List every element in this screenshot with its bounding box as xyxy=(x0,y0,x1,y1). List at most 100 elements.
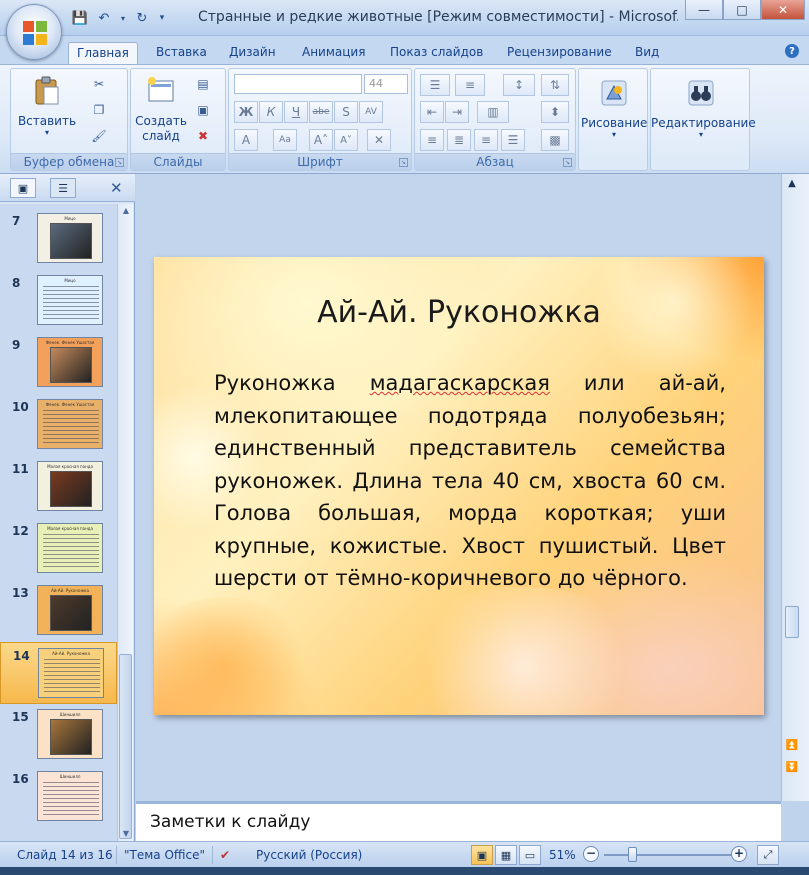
bold-button[interactable]: Ж xyxy=(234,101,258,123)
underline-button[interactable]: Ч xyxy=(284,101,308,123)
slide-title[interactable]: Ай-Ай. Руконожка xyxy=(154,295,764,330)
thumbnail-preview: Шиншилл xyxy=(37,709,103,759)
font-size-select[interactable]: 44 xyxy=(364,74,408,94)
scroll-down-icon[interactable]: ▼ xyxy=(121,829,131,839)
zoom-slider-thumb[interactable] xyxy=(628,847,637,862)
font-name-select[interactable] xyxy=(234,74,362,94)
help-icon[interactable]: ? xyxy=(785,44,799,58)
align-right-icon[interactable]: ≡ xyxy=(474,129,498,151)
tab-design[interactable]: Дизайн xyxy=(221,42,284,64)
slides-tab-icon[interactable]: ▣ xyxy=(10,178,36,198)
tab-review[interactable]: Рецензирование xyxy=(499,42,620,64)
slide-number: 9 xyxy=(12,338,21,352)
editing-button[interactable]: Редактирование ▾ xyxy=(651,77,756,139)
dialog-launcher-icon[interactable]: ↘ xyxy=(563,158,572,167)
justify-icon[interactable]: ☰ xyxy=(501,129,525,151)
align-center-icon[interactable]: ≣ xyxy=(447,129,471,151)
line-spacing-icon[interactable]: ↕ xyxy=(503,74,535,96)
scroll-thumb[interactable] xyxy=(119,654,132,839)
scroll-thumb[interactable] xyxy=(785,606,799,638)
office-button[interactable] xyxy=(6,4,62,60)
columns-icon[interactable]: ▥ xyxy=(477,101,509,123)
slide-thumbnail-10[interactable]: 10 Фенек. Фенек Ушастая xyxy=(0,394,117,456)
text-direction-icon[interactable]: ⇅ xyxy=(541,74,569,96)
zoom-in-icon[interactable]: + xyxy=(731,846,747,862)
slide-thumbnail-12[interactable]: 12 Малая красная панда xyxy=(0,518,117,580)
redo-icon[interactable]: ↻ xyxy=(132,8,152,28)
numbering-icon[interactable]: ≡ xyxy=(455,74,485,96)
outline-tab-icon[interactable]: ☰ xyxy=(50,178,76,198)
zoom-slider[interactable] xyxy=(604,854,732,856)
thumbnail-text-lines xyxy=(44,659,100,695)
close-icon[interactable]: ✕ xyxy=(761,0,805,20)
slideshow-view-icon[interactable]: ▭ xyxy=(519,845,541,865)
slide-body-text[interactable]: Руконожка мадагаскарская или ай-ай, млек… xyxy=(214,367,726,595)
copy-icon[interactable]: ❐ xyxy=(89,101,109,119)
paste-button[interactable]: Вставить ▾ xyxy=(17,75,77,137)
italic-button[interactable]: К xyxy=(259,101,283,123)
fit-to-window-icon[interactable]: ⤢ xyxy=(757,845,779,865)
slide-editor: Ай-Ай. Руконожка Руконожка мадагаскарска… xyxy=(136,174,781,801)
slide-thumbnail-15[interactable]: 15 Шиншилл xyxy=(0,704,117,766)
format-painter-icon[interactable]: 🖌 xyxy=(89,127,109,145)
font-color-button[interactable]: A xyxy=(234,129,258,151)
zoom-out-icon[interactable]: − xyxy=(583,846,599,862)
align-text-icon[interactable]: ⬍ xyxy=(541,101,569,123)
slide-thumbnail-14[interactable]: 14 Ай-Ай. Руконожка xyxy=(0,642,117,704)
close-pane-icon[interactable]: ✕ xyxy=(110,179,123,197)
maximize-icon[interactable]: □ xyxy=(723,0,761,20)
increase-indent-icon[interactable]: ⇥ xyxy=(445,101,469,123)
drawing-button[interactable]: Рисование ▾ xyxy=(581,77,647,139)
current-slide[interactable]: Ай-Ай. Руконожка Руконожка мадагаскарска… xyxy=(154,257,764,715)
shadow-button[interactable]: S xyxy=(334,101,358,123)
undo-icon[interactable]: ↶ xyxy=(94,8,114,28)
shrink-font-button[interactable]: A˅ xyxy=(334,129,358,151)
thumbnails-scrollbar[interactable]: ▲ ▼ xyxy=(117,204,133,841)
delete-slide-icon[interactable]: ✖ xyxy=(193,127,213,145)
clear-formatting-icon[interactable]: ✕ xyxy=(367,129,391,151)
scroll-up-icon[interactable]: ▲ xyxy=(121,206,131,216)
slide-thumbnail-11[interactable]: 11 Малая красная панда xyxy=(0,456,117,518)
tab-view[interactable]: Вид xyxy=(627,42,667,64)
spellcheck-underlined-word: мадагаскарская xyxy=(369,371,550,395)
tab-animation[interactable]: Анимация xyxy=(294,42,373,64)
minimize-icon[interactable]: — xyxy=(685,0,723,20)
tab-home[interactable]: Главная xyxy=(68,42,138,65)
customize-qat-icon[interactable]: ▾ xyxy=(156,8,168,28)
dialog-launcher-icon[interactable]: ↘ xyxy=(399,158,408,167)
dialog-launcher-icon[interactable]: ↘ xyxy=(115,158,124,167)
zoom-level[interactable]: 51% xyxy=(549,848,576,862)
change-case-button[interactable]: Aa xyxy=(273,129,297,151)
slide-thumbnail-7[interactable]: 7 Мицо xyxy=(0,208,117,270)
tab-insert[interactable]: Вставка xyxy=(148,42,215,64)
slide-thumbnail-13[interactable]: 13 Ай-Ай. Руконожка xyxy=(0,580,117,642)
slide-sorter-icon[interactable]: ▦ xyxy=(495,845,517,865)
language[interactable]: Русский (Россия) xyxy=(256,848,362,862)
slide-scrollbar[interactable]: ▲ ⏫ ⏬ xyxy=(781,174,809,801)
theme-name[interactable]: "Тема Office" xyxy=(124,848,205,862)
align-left-icon[interactable]: ≡ xyxy=(420,129,444,151)
grow-font-button[interactable]: A˄ xyxy=(309,129,333,151)
slide-thumbnail-16[interactable]: 16 Шиншилл xyxy=(0,766,117,828)
decrease-indent-icon[interactable]: ⇤ xyxy=(420,101,444,123)
next-slide-icon[interactable]: ⏬ xyxy=(785,762,799,773)
char-spacing-button[interactable]: AV xyxy=(359,101,383,123)
cut-icon[interactable]: ✂ xyxy=(89,75,109,93)
strikethrough-button[interactable]: abe xyxy=(309,101,333,123)
undo-dropdown-icon[interactable]: ▾ xyxy=(118,8,128,28)
previous-slide-icon[interactable]: ⏫ xyxy=(785,740,799,751)
tab-slideshow[interactable]: Показ слайдов xyxy=(382,42,491,64)
slide-thumbnail-9[interactable]: 9 Фенек. Фенек Ушастая xyxy=(0,332,117,394)
scroll-up-icon[interactable]: ▲ xyxy=(785,178,799,189)
layout-icon[interactable]: ▤ xyxy=(193,75,213,93)
reset-icon[interactable]: ▣ xyxy=(193,101,213,119)
notes-pane[interactable]: Заметки к слайду xyxy=(136,801,781,841)
bullets-icon[interactable]: ☰ xyxy=(420,74,450,96)
slide-thumbnail-8[interactable]: 8 Мицо xyxy=(0,270,117,332)
smartart-icon[interactable]: ▩ xyxy=(541,129,569,151)
new-slide-button[interactable]: Создать слайд xyxy=(133,75,189,144)
save-icon[interactable]: 💾 xyxy=(70,8,90,28)
slide-thumbnails: 7 Мицо 8 Мицо 9 Фенек. Фенек Ушастая 10 Фенек. … xyxy=(0,204,117,841)
normal-view-icon[interactable]: ▣ xyxy=(471,845,493,865)
spellcheck-icon[interactable]: ✔ xyxy=(220,848,230,862)
